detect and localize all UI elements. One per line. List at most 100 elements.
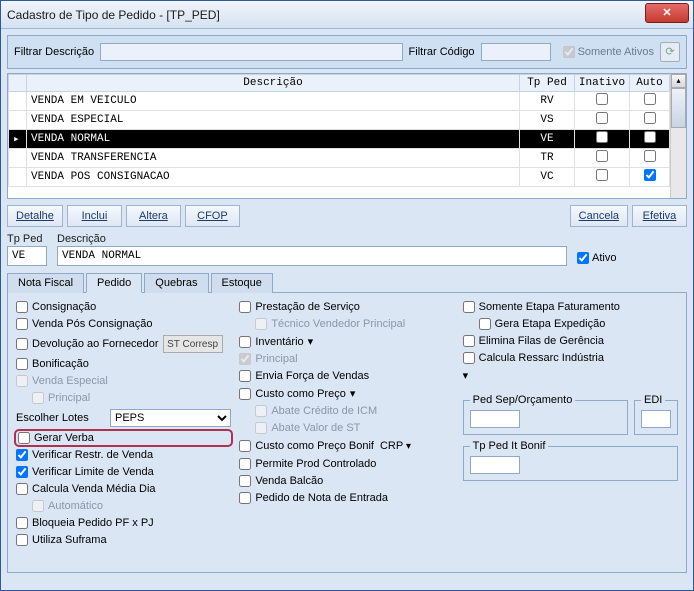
inventario-checkbox[interactable]: [239, 336, 251, 348]
grid-header-desc[interactable]: Descrição: [27, 75, 520, 92]
ped-sep-input[interactable]: [470, 410, 520, 428]
devolucao-label: Devolução ao Fornecedor: [32, 338, 159, 350]
row-desc: VENDA EM VEICULO: [27, 92, 520, 111]
prod-ctrl-label: Permite Prod Controlado: [255, 458, 376, 470]
escolher-lotes-select[interactable]: PEPS: [110, 409, 231, 427]
row-inativo[interactable]: [575, 111, 630, 130]
suframa-checkbox[interactable]: [16, 534, 28, 546]
row-inativo[interactable]: [575, 149, 630, 168]
table-row[interactable]: ▸VENDA NORMALVE: [9, 130, 670, 149]
tab-panel-pedido: Consignação Venda Pós Consignação Devolu…: [7, 293, 687, 573]
etapa-fat-label: Somente Etapa Faturamento: [479, 301, 620, 313]
row-auto[interactable]: [630, 168, 670, 187]
row-auto[interactable]: [630, 149, 670, 168]
only-active-checkbox: [563, 46, 575, 58]
abate-st-label: Abate Valor de ST: [271, 422, 360, 434]
pos-consig-checkbox[interactable]: [16, 318, 28, 330]
efetiva-button[interactable]: Efetiva: [632, 205, 687, 227]
ativo-checkbox[interactable]: [577, 252, 589, 264]
principal-inv-label: Principal: [255, 353, 297, 365]
venda-balcao-checkbox[interactable]: [239, 475, 251, 487]
bonificacao-checkbox[interactable]: [16, 358, 28, 370]
prest-servico-checkbox[interactable]: [239, 301, 251, 313]
suframa-label: Utiliza Suframa: [32, 534, 107, 546]
row-inativo[interactable]: [575, 130, 630, 149]
abate-st-checkbox: [255, 422, 267, 434]
custo-bonif-select: CRP ▾: [378, 439, 418, 453]
row-auto[interactable]: [630, 111, 670, 130]
close-button[interactable]: ✕: [645, 3, 689, 23]
inclui-button[interactable]: Inclui: [67, 205, 122, 227]
row-tp: RV: [520, 92, 575, 111]
row-auto[interactable]: [630, 130, 670, 149]
row-tp: TR: [520, 149, 575, 168]
gerar-verba-checkbox[interactable]: [18, 432, 30, 444]
action-bar: Detalhe Inclui Altera CFOP Cancela Efeti…: [7, 205, 687, 227]
row-inativo[interactable]: [575, 92, 630, 111]
calc-media-label: Calcula Venda Média Dia: [32, 483, 156, 495]
detalhe-button[interactable]: Detalhe: [7, 205, 63, 227]
filter-desc-label: Filtrar Descrição: [14, 46, 94, 58]
tp-bonif-input[interactable]: [470, 456, 520, 474]
row-indicator: [9, 149, 27, 168]
table-row[interactable]: VENDA TRANSFERENCIATR: [9, 149, 670, 168]
row-inativo[interactable]: [575, 168, 630, 187]
grid-scrollbar[interactable]: ▴: [670, 74, 686, 198]
tab-nota-fiscal[interactable]: Nota Fiscal: [7, 273, 84, 293]
calc-ressarc-checkbox[interactable]: [463, 352, 475, 364]
bonificacao-label: Bonificação: [32, 358, 89, 370]
custo-preco-checkbox[interactable]: [239, 388, 251, 400]
cancela-button[interactable]: Cancela: [570, 205, 628, 227]
consignacao-checkbox[interactable]: [16, 301, 28, 313]
grid-header-tp[interactable]: Tp Ped: [520, 75, 575, 92]
venda-especial-checkbox: [16, 375, 28, 387]
prod-ctrl-checkbox[interactable]: [239, 458, 251, 470]
cfop-button[interactable]: CFOP: [185, 205, 240, 227]
table-row[interactable]: VENDA EM VEICULORV: [9, 92, 670, 111]
desc-input[interactable]: [57, 246, 567, 266]
elim-filas-checkbox[interactable]: [463, 335, 475, 347]
grid-header-inativo[interactable]: Inativo: [575, 75, 630, 92]
titlebar: Cadastro de Tipo de Pedido - [TP_PED] ✕: [1, 1, 693, 29]
only-active-wrap: Somente Ativos: [563, 46, 654, 58]
tab-pedido[interactable]: Pedido: [86, 273, 142, 293]
calc-ressarc-label: Calcula Ressarc Indústria: [479, 352, 604, 364]
scroll-thumb[interactable]: [671, 88, 686, 128]
refresh-button[interactable]: ⟳: [660, 42, 680, 62]
tp-ped-input[interactable]: [7, 246, 47, 266]
principal-ve-checkbox: [32, 392, 44, 404]
tab-estoque[interactable]: Estoque: [211, 273, 273, 293]
bloq-pf-pj-label: Bloqueia Pedido PF x PJ: [32, 517, 154, 529]
window-title: Cadastro de Tipo de Pedido - [TP_PED]: [7, 8, 220, 22]
verif-restr-checkbox[interactable]: [16, 449, 28, 461]
altera-button[interactable]: Altera: [126, 205, 181, 227]
custo-bonif-checkbox[interactable]: [239, 440, 251, 452]
row-auto[interactable]: [630, 92, 670, 111]
abate-icm-checkbox: [255, 405, 267, 417]
nota-entrada-checkbox[interactable]: [239, 492, 251, 504]
edi-legend: EDI: [641, 394, 665, 406]
filter-cod-input[interactable]: [481, 43, 551, 61]
calc-media-checkbox[interactable]: [16, 483, 28, 495]
tab-quebras[interactable]: Quebras: [144, 273, 208, 293]
bloq-pf-pj-checkbox[interactable]: [16, 517, 28, 529]
scroll-up-button[interactable]: ▴: [671, 74, 686, 88]
inventario-label: Inventário: [255, 336, 303, 348]
grid-header-auto[interactable]: Auto: [630, 75, 670, 92]
edi-input[interactable]: [641, 410, 671, 428]
devolucao-checkbox[interactable]: [16, 338, 28, 350]
row-indicator: [9, 168, 27, 187]
row-tp: VS: [520, 111, 575, 130]
principal-ve-label: Principal: [48, 392, 90, 404]
pos-consig-label: Venda Pós Consignação: [32, 318, 152, 330]
forca-vendas-checkbox[interactable]: [239, 370, 251, 382]
column-1: Consignação Venda Pós Consignação Devolu…: [16, 301, 231, 564]
table-row[interactable]: VENDA ESPECIALVS: [9, 111, 670, 130]
st-corresp-button: ST Corresp: [163, 335, 223, 353]
table-row[interactable]: VENDA POS CONSIGNACAOVC: [9, 168, 670, 187]
gera-exped-checkbox[interactable]: [479, 318, 491, 330]
verif-limite-checkbox[interactable]: [16, 466, 28, 478]
etapa-fat-checkbox[interactable]: [463, 301, 475, 313]
automatico-checkbox: [32, 500, 44, 512]
filter-desc-input[interactable]: [100, 43, 402, 61]
